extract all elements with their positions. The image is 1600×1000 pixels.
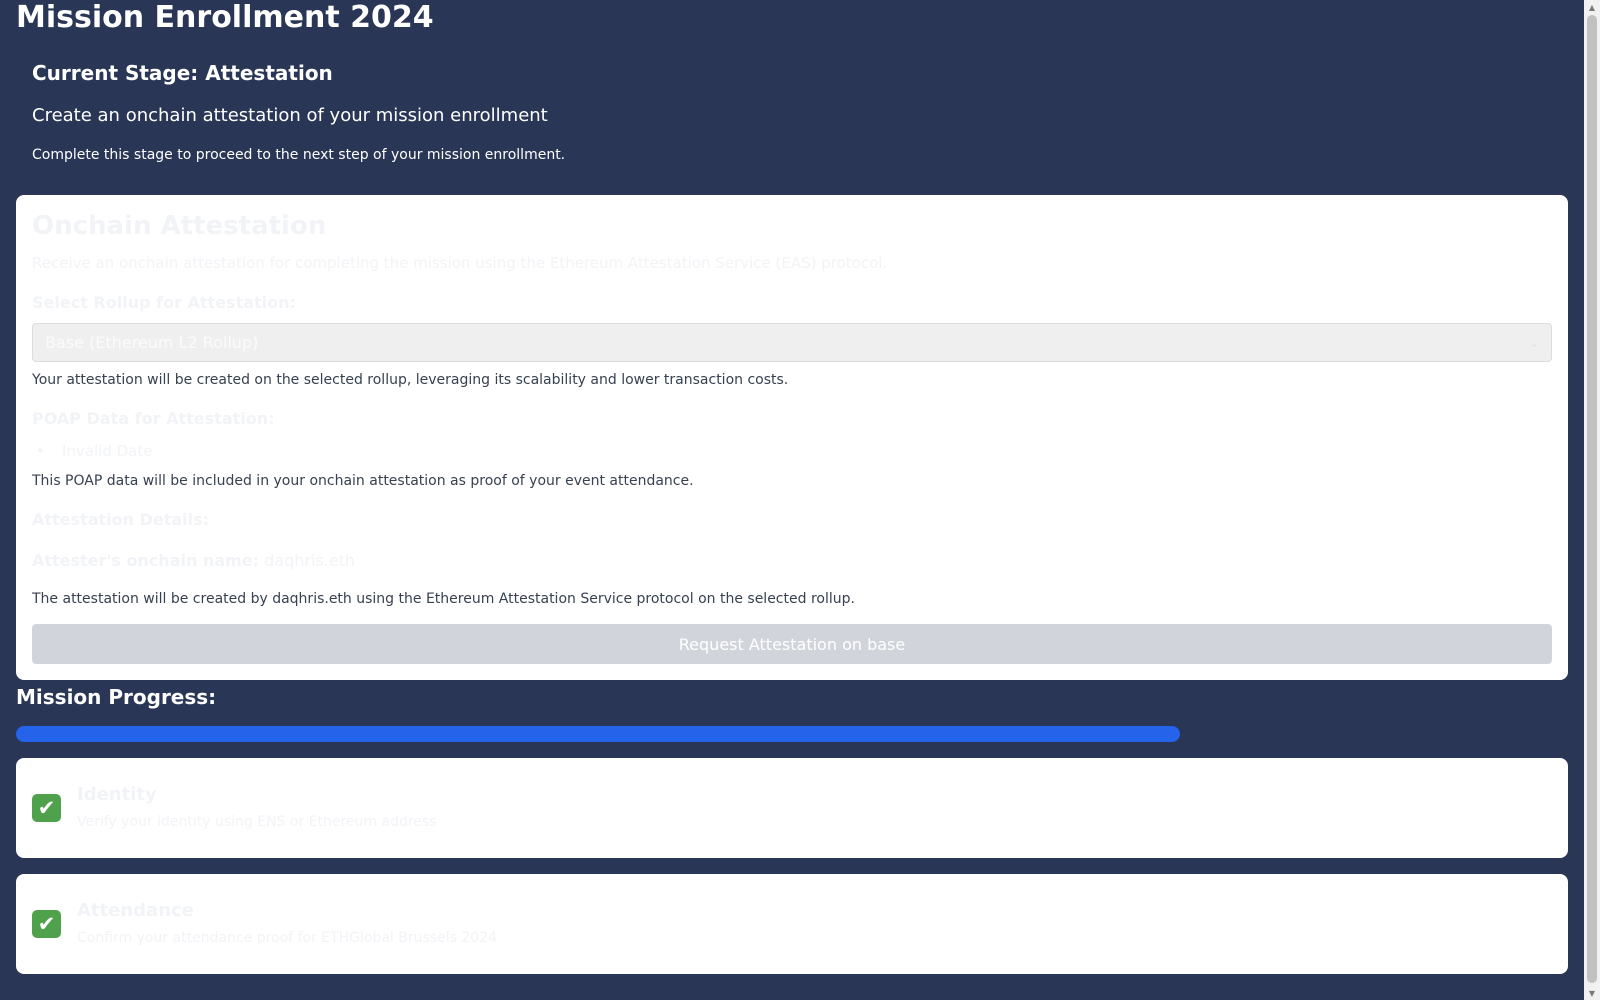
check-mark-icon: ✔ [32, 794, 61, 822]
check-mark-icon: ✔ [32, 910, 61, 938]
progress-bar [16, 726, 1568, 742]
step-description: Confirm your attendance proof for ETHGlo… [77, 930, 497, 946]
rollup-helper-text: Your attestation will be created on the … [32, 372, 789, 388]
attester-row: Attester's onchain name: daqhris.eth [32, 551, 1552, 571]
attestation-title: Onchain Attestation [32, 211, 327, 241]
scrollbar-thumb[interactable] [1587, 15, 1597, 983]
poap-item-text: Invalid Date [62, 442, 153, 460]
step-text: Attendance Confirm your attendance proof… [77, 900, 497, 948]
step-description: Verify your identity using ENS or Ethere… [77, 814, 437, 830]
page-title: Mission Enrollment 2024 [16, 0, 434, 35]
stage-title: Current Stage: Attestation [32, 61, 333, 85]
rollup-label: Select Rollup for Attestation: [32, 293, 296, 312]
progress-bar-fill [16, 726, 1180, 742]
attestation-description: Receive an onchain attestation for compl… [32, 254, 888, 272]
step-card-attendance: ✔ Attendance Confirm your attendance pro… [16, 874, 1568, 974]
scroll-down-arrow-icon[interactable]: ▼ [1584, 986, 1600, 1000]
poap-helper-text: This POAP data will be included in your … [32, 473, 694, 489]
details-label: Attestation Details: [32, 510, 210, 529]
poap-label: POAP Data for Attestation: [32, 409, 275, 428]
step-text: Identity Verify your identity using ENS … [77, 784, 437, 832]
attester-label: Attester's onchain name: [32, 551, 260, 570]
attester-value: daqhris.eth [264, 551, 356, 570]
rollup-select-value: Base (Ethereum L2 Rollup) [45, 333, 259, 352]
chevron-down-icon: ⌄ [1528, 335, 1539, 350]
bullet-icon: • [36, 442, 45, 460]
stage-section: Current Stage: Attestation Create an onc… [16, 36, 1568, 165]
rollup-select[interactable]: Base (Ethereum L2 Rollup) ⌄ [32, 323, 1552, 362]
attester-helper-text: The attestation will be created by daqhr… [32, 591, 855, 607]
attestation-card: Onchain Attestation Receive an onchain a… [16, 195, 1568, 680]
vertical-scrollbar[interactable]: ▲ ▼ [1584, 0, 1600, 1000]
step-card-identity: ✔ Identity Verify your identity using EN… [16, 758, 1568, 858]
request-attestation-button[interactable]: Request Attestation on base [32, 624, 1552, 664]
step-title: Identity [77, 784, 157, 805]
scroll-up-arrow-icon[interactable]: ▲ [1584, 0, 1600, 14]
poap-list: • Invalid Date [32, 441, 1552, 461]
progress-title: Mission Progress: [16, 685, 217, 709]
page-root: Mission Enrollment 2024 Current Stage: A… [0, 0, 1584, 1000]
stage-subtitle: Create an onchain attestation of your mi… [32, 105, 548, 126]
poap-list-item: • Invalid Date [32, 441, 1552, 461]
step-title: Attendance [77, 900, 194, 921]
stage-note: Complete this stage to proceed to the ne… [32, 147, 566, 163]
